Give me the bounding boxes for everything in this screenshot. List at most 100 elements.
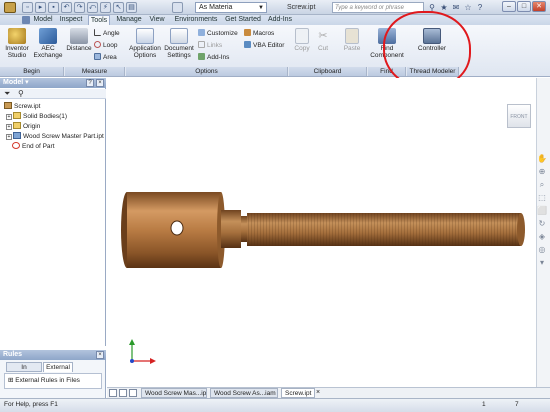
copy-icon	[295, 28, 309, 44]
orbit-icon[interactable]: ↻	[537, 219, 547, 229]
z-axis-icon	[130, 359, 134, 363]
angle-button[interactable]: Angle	[94, 29, 120, 38]
close-button[interactable]: ✕	[532, 1, 546, 12]
paste-button[interactable]: Paste	[341, 28, 363, 52]
folder-icon	[13, 122, 21, 129]
customize-button[interactable]: Customize	[198, 29, 238, 38]
copy-button[interactable]: Copy	[292, 28, 312, 52]
redo-icon[interactable]: ↷	[74, 2, 85, 13]
select-icon[interactable]: ↖	[113, 2, 124, 13]
free-orbit-icon[interactable]: ◎	[537, 245, 547, 255]
minimize-button[interactable]: –	[502, 1, 516, 12]
links-icon	[198, 41, 205, 48]
application-options-button[interactable]: Application Options	[127, 28, 163, 59]
status-count-b: 7	[515, 401, 519, 408]
distance-button[interactable]: Distance	[66, 28, 92, 52]
properties-icon[interactable]: ▤	[126, 2, 137, 13]
loop-button[interactable]: Loop	[94, 41, 117, 50]
panel-footer-begin: Begin	[0, 67, 64, 76]
expand-icon[interactable]: +	[6, 124, 12, 130]
tab-environments[interactable]: Environments	[172, 15, 220, 25]
external-rules-item[interactable]: ⊞ External Rules in Files	[4, 373, 102, 389]
filter-icon[interactable]: ⏷	[4, 89, 10, 99]
zoom-all-icon[interactable]: ⬚	[537, 193, 547, 203]
app-logo-icon[interactable]	[4, 2, 16, 13]
macros-button[interactable]: Macros	[244, 29, 274, 38]
look-at-icon[interactable]: ◈	[537, 232, 547, 242]
links-button[interactable]: Links	[198, 41, 222, 50]
expand-icon[interactable]: +	[6, 114, 12, 120]
tree-item-origin[interactable]: + Origin	[6, 122, 40, 132]
browser-close-icon[interactable]: ×	[96, 79, 104, 87]
tree-item-root[interactable]: Screw.ipt	[4, 102, 40, 112]
document-title: Screw.ipt	[287, 4, 316, 11]
new-icon[interactable]: ▫	[22, 2, 33, 13]
favorites-icon[interactable]: ☆	[463, 2, 473, 13]
tab-manage[interactable]: Manage	[115, 15, 143, 25]
loop-icon	[94, 41, 101, 48]
maximize-button[interactable]: □	[517, 1, 531, 12]
tab-model[interactable]: Model	[32, 15, 54, 25]
cut-button[interactable]: ✂ Cut	[314, 28, 332, 52]
tab-tools[interactable]: Tools	[88, 15, 110, 25]
document-settings-button[interactable]: Document Settings	[163, 28, 195, 59]
viewcube[interactable]: FRONT	[507, 104, 531, 128]
add-ins-button[interactable]: Add-Ins	[198, 53, 229, 62]
tile-icon[interactable]	[109, 389, 117, 397]
thread-lines	[247, 213, 521, 246]
distance-icon	[70, 28, 88, 44]
pan-icon[interactable]: ✋	[537, 154, 547, 164]
return-icon[interactable]: ⤺	[87, 2, 98, 13]
screw-model[interactable]	[107, 78, 535, 387]
document-settings-icon	[170, 28, 188, 44]
aec-exchange-button[interactable]: AEC Exchange	[32, 28, 64, 59]
tab-add-ins[interactable]: Add-Ins	[266, 15, 294, 25]
application-options-icon	[136, 28, 154, 44]
arrange-icon[interactable]	[129, 389, 137, 397]
zoom-icon[interactable]: ⌕	[537, 180, 547, 190]
save-icon[interactable]: ▪	[48, 2, 59, 13]
rules-close-icon[interactable]: ×	[96, 351, 104, 359]
tab-close-icon[interactable]: ×	[316, 388, 320, 398]
tree-item-solid-bodies[interactable]: + Solid Bodies(1)	[6, 112, 67, 122]
paste-icon	[345, 28, 359, 44]
rules-title[interactable]: Rules	[0, 350, 106, 360]
document-tab-2[interactable]: Wood Screw As...iam	[210, 388, 278, 398]
communication-icon[interactable]: ✉	[451, 2, 461, 13]
status-count-a: 1	[482, 401, 486, 408]
tab-view[interactable]: View	[147, 15, 167, 25]
tab-in-document[interactable]: In Document	[6, 362, 42, 380]
zoom-window-icon[interactable]: ⬜	[537, 206, 547, 216]
cascade-icon[interactable]	[119, 389, 127, 397]
tab-get-started[interactable]: Get Started	[224, 15, 262, 25]
vba-editor-button[interactable]: VBA Editor	[244, 41, 284, 50]
update-icon[interactable]: ⚡	[100, 2, 111, 13]
tab-inspect[interactable]: Inspect	[57, 15, 85, 25]
neck-step	[241, 216, 247, 242]
status-help-text: For Help, press F1	[4, 401, 58, 408]
navigation-options-icon[interactable]: ▾	[537, 258, 547, 268]
open-icon[interactable]: ▸	[35, 2, 46, 13]
ribbon-toggle-icon[interactable]	[22, 16, 30, 24]
panel-footer-options: Options	[126, 67, 288, 76]
end-of-part-icon	[12, 142, 20, 149]
tree-item-derived-part[interactable]: + Wood Screw Master Part.ipt	[6, 132, 104, 142]
inventor-studio-button[interactable]: Inventor Studio	[3, 28, 31, 59]
help-icon[interactable]: ?	[475, 2, 485, 13]
undo-icon[interactable]: ↶	[61, 2, 72, 13]
panel-footer-clipboard: Clipboard	[289, 67, 367, 76]
derived-part-icon	[13, 132, 21, 139]
area-button[interactable]: Area	[94, 53, 117, 62]
find-icon[interactable]: ⚲	[18, 89, 24, 99]
subscription-icon[interactable]: ★	[439, 2, 449, 13]
document-tab-1[interactable]: Wood Screw Mas...ipt	[141, 388, 207, 398]
material-dropdown[interactable]: As Materia ▼	[195, 2, 267, 13]
document-tab-active[interactable]: Screw.ipt	[281, 388, 315, 398]
color-swatch-icon[interactable]	[172, 2, 183, 13]
vba-editor-icon	[244, 41, 251, 48]
steering-wheel-icon[interactable]: ⊕	[537, 167, 547, 177]
tree-item-end-of-part[interactable]: End of Part	[12, 142, 55, 152]
tab-external[interactable]: External	[43, 362, 73, 372]
expand-icon[interactable]: +	[6, 134, 12, 140]
browser-help-icon[interactable]: ?	[86, 79, 94, 87]
